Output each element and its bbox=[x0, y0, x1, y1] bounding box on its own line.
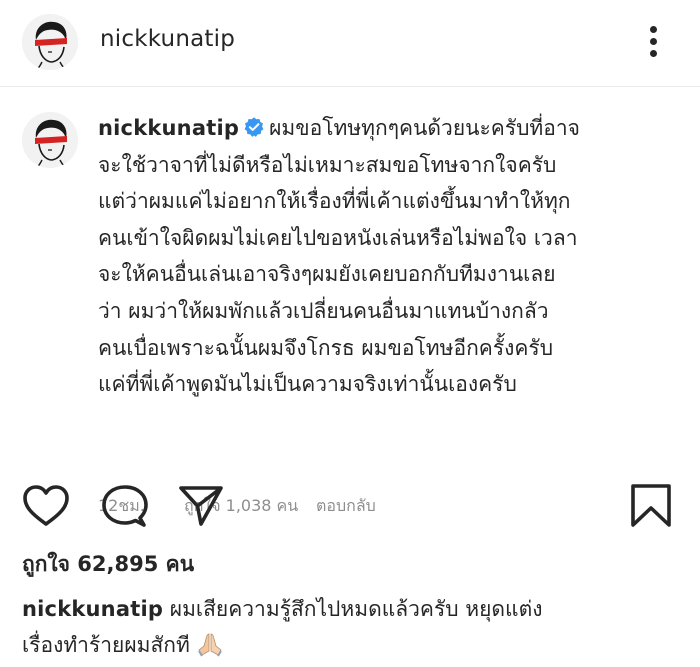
profile-avatar[interactable] bbox=[22, 14, 78, 70]
comment-line-6: คนเบื่อเพราะฉนั้นผมจึงโกรธ ผมขอโทษอีกครั… bbox=[98, 335, 554, 360]
comment-line-4: จะให้คนอื่นเล่นเอาจริงๆผมยังเคยบอกกับทีม… bbox=[98, 262, 556, 287]
share-send-icon[interactable] bbox=[178, 484, 224, 528]
comment-text: nickkunatip ผมขอโทษทุกๆคนด้วยนะครับที่อาจ… bbox=[98, 110, 678, 403]
post-likes-count[interactable]: ถูกใจ 62,895 คน bbox=[22, 548, 194, 581]
verified-badge-icon bbox=[244, 117, 264, 137]
post-caption-text: เรื่องทำร้ายผมสักที bbox=[22, 633, 190, 657]
avatar-illustration-icon bbox=[22, 14, 78, 70]
post-caption-line-1: เรื่องทำร้ายผมสักที bbox=[22, 627, 682, 663]
more-options-icon[interactable] bbox=[644, 22, 664, 62]
folded-hands-icon bbox=[198, 633, 222, 657]
comment-username[interactable]: nickkunatip bbox=[98, 116, 239, 140]
post-header: nickkunatip bbox=[0, 0, 700, 84]
comment-bubble-icon[interactable] bbox=[102, 484, 148, 528]
comment-line-0: nickkunatip ผมขอโทษทุกๆคนด้วยนะครับที่อาจ bbox=[98, 110, 678, 147]
post-caption-username[interactable]: nickkunatip bbox=[22, 597, 163, 621]
like-heart-icon[interactable] bbox=[22, 484, 70, 528]
comment-line-7: แค่ที่พี่เค้าพูดมันไม่เป็นความจริงเท่านั… bbox=[98, 372, 517, 397]
post-caption-line-0: nickkunatip ผมเสียความรู้สึกไปหมดแล้วครั… bbox=[22, 591, 682, 627]
comment-line-5: ว่า ผมว่าให้ผมพักแล้วเปลี่ยนคนอื่นมาแทนบ… bbox=[98, 298, 549, 323]
save-bookmark-icon[interactable] bbox=[630, 484, 672, 528]
comment-line-2: แต่ว่าผมแค่ไม่อยากให้เรื่องที่พี่เค้าแต่… bbox=[98, 189, 571, 214]
post-caption-text: ผมเสียความรู้สึกไปหมดแล้วครับ หยุดแต่ง bbox=[169, 597, 543, 621]
header-username[interactable]: nickkunatip bbox=[100, 26, 235, 52]
post-caption: nickkunatip ผมเสียความรู้สึกไปหมดแล้วครั… bbox=[22, 591, 682, 663]
avatar-illustration-icon bbox=[22, 112, 78, 168]
comment-avatar[interactable] bbox=[22, 112, 78, 168]
header-divider bbox=[0, 86, 700, 87]
action-bar bbox=[0, 484, 700, 528]
comment-line-3: คนเข้าใจผิดผมไม่เคยไปขอหนังเล่นหรือไม่พอ… bbox=[98, 225, 578, 250]
comment-line-text: ผมขอโทษทุกๆคนด้วยนะครับที่อาจ bbox=[269, 116, 580, 140]
comment-line-1: จะใช้วาจาที่ไม่ดีหรือไม่เหมาะสมขอโทษจากใ… bbox=[98, 152, 557, 177]
